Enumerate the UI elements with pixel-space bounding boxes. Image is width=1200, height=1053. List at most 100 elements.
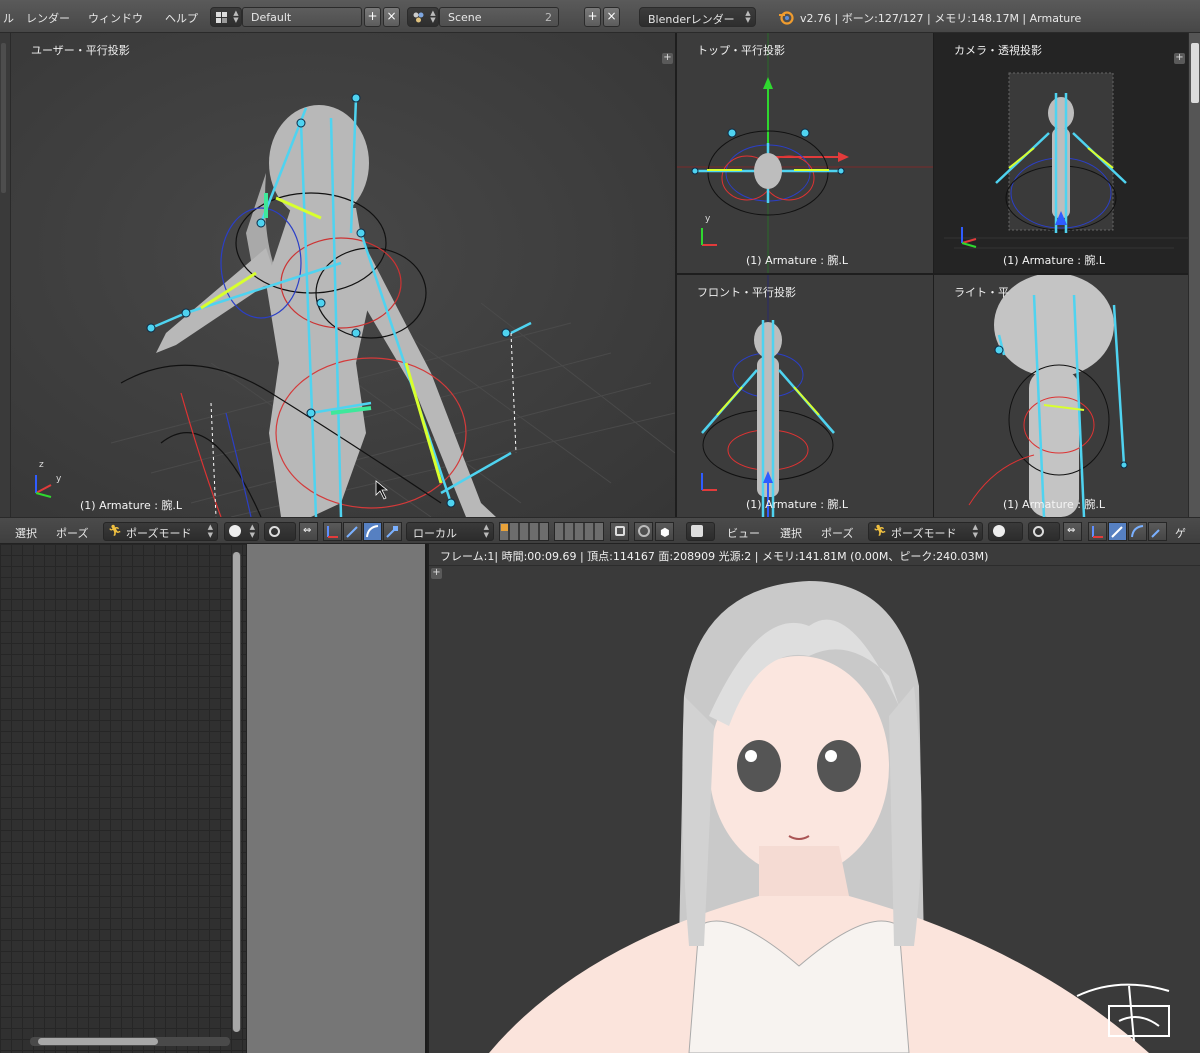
add-scene-button[interactable]: +	[584, 7, 601, 27]
layout-icon	[216, 12, 227, 23]
axis-gizmo: z y	[35, 460, 62, 498]
viewport-label: ユーザー・平行投影	[31, 44, 130, 57]
manipulator-toggle-2[interactable]	[323, 522, 342, 541]
layer-buttons-2[interactable]	[554, 522, 604, 541]
scene-canvas	[701, 275, 835, 517]
translate-icon	[1111, 526, 1123, 538]
scene-users-count: 2	[545, 11, 552, 24]
vertical-scrollbar[interactable]	[232, 552, 241, 1032]
pivot-dropdown[interactable]	[264, 522, 296, 541]
shading-sphere-icon	[993, 525, 1005, 537]
shading-sphere-icon	[229, 525, 241, 537]
viewport-status: (1) Armature : 腕.L	[746, 498, 849, 511]
scale-toggle-r[interactable]	[1148, 522, 1167, 541]
viewport-user-ortho[interactable]: z y ユーザー・平行投影 (1) Armature : 腕.L +	[11, 33, 675, 517]
add-region-icon[interactable]: +	[1174, 53, 1185, 64]
viewport-status: (1) Armature : 腕.L	[80, 499, 183, 512]
menu-partial[interactable]: ゲ	[1175, 525, 1186, 541]
scale-toggle[interactable]	[383, 522, 402, 541]
scrollbar-thumb[interactable]	[38, 1038, 158, 1045]
rotate-toggle-r[interactable]	[1128, 522, 1147, 541]
delete-layout-button[interactable]: ×	[383, 7, 400, 27]
scale-icon	[1151, 529, 1160, 538]
rotate-icon	[1131, 525, 1144, 538]
viewport-front-ortho[interactable]: フロント・平行投影 (1) Armature : 腕.L	[677, 275, 933, 517]
axes-icon	[327, 526, 338, 538]
lock-layers-button[interactable]	[610, 522, 629, 541]
mode-dropdown-2[interactable]: 🏃︎ ポーズモード ▲ ▼	[868, 522, 983, 541]
menu-pose-2[interactable]: ポーズ	[821, 525, 853, 541]
scene-canvas	[944, 72, 1188, 249]
render-result-window[interactable]: フレーム:1| 時間:00:09.69 | 頂点:114167 面:208909…	[429, 544, 1200, 1053]
rotate-icon	[366, 525, 379, 538]
render-engine-dropdown[interactable]: Blenderレンダー ▲ ▼	[639, 7, 756, 27]
viewport-status: (1) Armature : 腕.L	[746, 254, 849, 267]
viewport-label: フロント・平行投影	[697, 286, 796, 299]
close-icon: ×	[606, 9, 617, 23]
mode-dropdown[interactable]: 🏃︎ ポーズモード ▲ ▼	[103, 522, 218, 541]
render-preview-button[interactable]: ⬢	[655, 522, 674, 541]
scrollbar-thumb[interactable]	[233, 552, 240, 1032]
menu-item-partial[interactable]: ル	[3, 10, 14, 26]
delete-scene-button[interactable]: ×	[603, 7, 620, 27]
tool-shelf-collapsed[interactable]	[0, 33, 11, 517]
viewport-status: (1) Armature : 腕.L	[1003, 254, 1106, 267]
pivot-icon	[1033, 526, 1044, 537]
layer-buttons-1[interactable]	[499, 522, 549, 541]
proportional-icon	[638, 525, 650, 537]
add-region-icon[interactable]: +	[662, 53, 673, 64]
close-icon: ×	[386, 9, 397, 23]
character-mesh	[156, 105, 496, 517]
viewport-camera-persp[interactable]: カメラ・透視投影 (1) Armature : 腕.L +	[934, 33, 1188, 273]
axis-gizmo	[701, 473, 717, 491]
viewport-right-ortho[interactable]: ライト・平 (1) Armature : 腕.L	[934, 275, 1188, 517]
proportional-edit-button[interactable]	[634, 522, 653, 541]
updown-icon: ▲ ▼	[249, 523, 255, 539]
add-layout-button[interactable]: +	[364, 7, 381, 27]
menu-pose[interactable]: ポーズ	[56, 525, 88, 541]
viewport-shading-dropdown[interactable]: ▲ ▼	[224, 522, 259, 541]
menu-help[interactable]: ヘルプ	[165, 10, 198, 26]
rotate-toggle[interactable]	[363, 522, 382, 541]
screen-layout-name[interactable]: Default	[242, 7, 362, 27]
menu-select-2[interactable]: 選択	[780, 525, 802, 541]
viewport-status: (1) Armature : 腕.L	[1003, 498, 1106, 511]
active-layer-icon	[501, 524, 508, 531]
pivot-icon	[269, 526, 280, 537]
svg-text:y: y	[56, 474, 62, 484]
screen-layout-dropdown[interactable]: ▲ ▼	[210, 7, 242, 27]
menu-render[interactable]: レンダー	[26, 10, 70, 26]
mode-label-2: ポーズモード	[891, 527, 957, 540]
pivot-dropdown-2[interactable]	[1028, 522, 1060, 541]
properties-edge[interactable]	[1188, 33, 1200, 517]
orientation-dropdown[interactable]: ローカル ▲ ▼	[406, 522, 494, 541]
translate-toggle-r[interactable]	[1108, 522, 1127, 541]
manipulator-toggle[interactable]: ⇔	[299, 522, 318, 541]
updown-icon: ▲ ▼	[207, 523, 213, 539]
editor-type-dropdown[interactable]	[686, 522, 715, 541]
scene-canvas	[968, 275, 1128, 517]
node-grid-panel[interactable]	[0, 544, 246, 1053]
viewport-shading-dropdown-2[interactable]	[988, 522, 1023, 541]
axes-toggle-r[interactable]	[1088, 522, 1107, 541]
manipulator-toggle-r[interactable]: ⇔	[1063, 522, 1082, 541]
scene-name-text: Scene	[448, 11, 482, 24]
axis-gizmo	[961, 227, 977, 248]
scene-dropdown[interactable]: ▲ ▼	[407, 7, 439, 27]
horizontal-scrollbar[interactable]	[30, 1037, 230, 1046]
svg-text:z: z	[39, 460, 44, 470]
menu-select[interactable]: 選択	[15, 525, 37, 541]
viewport-header-bar: 選択 ポーズ 🏃︎ ポーズモード ▲ ▼ ▲ ▼ ⇔ ローカル ▲ ▼ ⬢ ビュー 選…	[0, 517, 1200, 544]
updown-icon: ▲ ▼	[430, 9, 436, 24]
translate-icon	[346, 526, 358, 538]
scene-name[interactable]: Scene 2	[439, 7, 559, 27]
scrollbar[interactable]	[1, 43, 6, 193]
viewport-top-ortho[interactable]: y トップ・平行投影 (1) Armature : 腕.L	[677, 33, 933, 273]
empty-panel	[246, 544, 427, 1053]
mode-label: ポーズモード	[126, 527, 192, 540]
orientation-label: ローカル	[413, 527, 457, 540]
menu-window[interactable]: ウィンドウ	[88, 10, 143, 26]
blender-logo-icon	[779, 11, 794, 25]
menu-view[interactable]: ビュー	[727, 525, 760, 541]
translate-toggle[interactable]	[343, 522, 362, 541]
